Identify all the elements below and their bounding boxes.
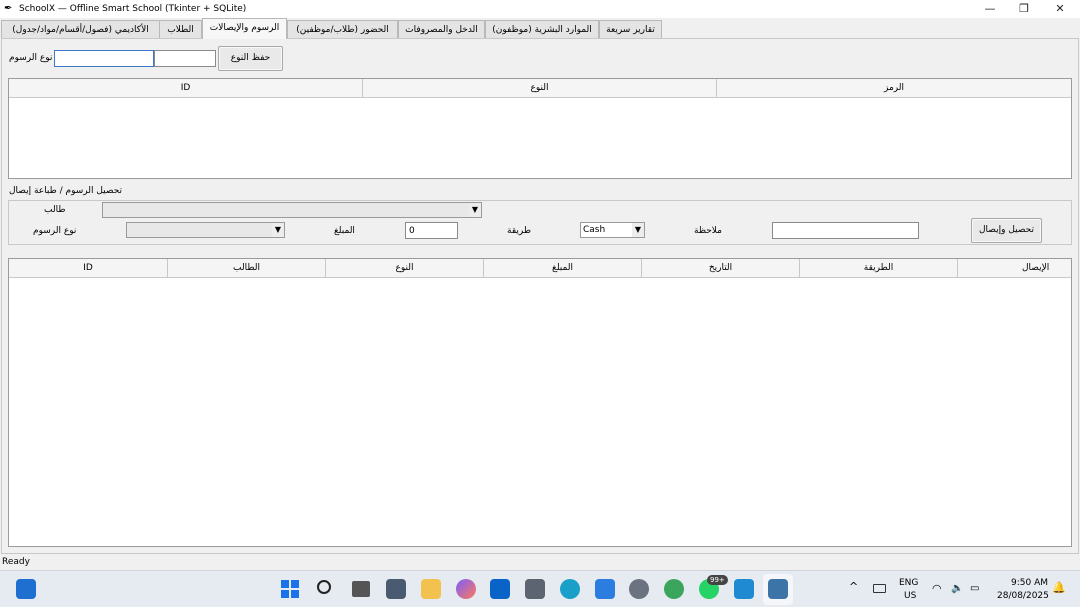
receipts-table[interactable]: ID الطالب النوع المبلغ التاريخ الطريقة ا…: [8, 258, 1072, 547]
method-value: Cash: [583, 225, 606, 235]
keyboard-icon[interactable]: [873, 584, 886, 593]
tab-strip: الأكاديمي (فصول/أقسام/مواد/جدول) الطلاب …: [0, 18, 1080, 39]
tab-income-expenses[interactable]: الدخل والمصروفات: [398, 20, 485, 39]
file-explorer-icon[interactable]: [421, 579, 441, 599]
fee-type-code-input[interactable]: [154, 50, 216, 67]
column-header-student[interactable]: الطالب: [168, 259, 326, 278]
minimize-button[interactable]: —: [973, 0, 1007, 18]
store-icon[interactable]: [595, 579, 615, 599]
vscode-icon[interactable]: [734, 579, 754, 599]
feather-app-icon: ✒: [4, 3, 13, 14]
column-header-amount[interactable]: المبلغ: [484, 259, 642, 278]
column-header-id[interactable]: ID: [9, 79, 363, 98]
student-label: طالب: [44, 205, 66, 215]
column-header-id[interactable]: ID: [9, 259, 168, 278]
taskbar: 99+ ^ ENG US ◠ 🔈 ▭ 9:50 AM 28/08/2025 🔔: [0, 570, 1080, 607]
column-header-date[interactable]: التاريخ: [642, 259, 800, 278]
method-combobox[interactable]: Cash ▼: [580, 222, 645, 238]
column-header-code[interactable]: الرمز: [717, 79, 1071, 98]
copilot-icon[interactable]: [456, 579, 476, 599]
widgets-icon[interactable]: [16, 579, 36, 599]
tab-fees-receipts[interactable]: الرسوم والإيصالات: [202, 18, 287, 39]
maximize-button[interactable]: ❐: [1007, 0, 1041, 18]
search-icon[interactable]: [317, 580, 331, 594]
method-label: طريقة: [507, 226, 532, 236]
calculator-icon[interactable]: [525, 579, 545, 599]
volume-icon[interactable]: 🔈: [951, 583, 963, 595]
column-header-type[interactable]: النوع: [326, 259, 484, 278]
fee-type-name-input[interactable]: [54, 50, 154, 67]
amount-input[interactable]: [405, 222, 458, 239]
outlook-icon[interactable]: [490, 579, 510, 599]
chevron-down-icon[interactable]: ▼: [272, 223, 284, 237]
close-button[interactable]: ✕: [1043, 0, 1077, 18]
chevron-down-icon[interactable]: ▼: [632, 223, 644, 237]
column-header-method[interactable]: الطريقة: [800, 259, 958, 278]
clock-time[interactable]: 9:50 AM: [1011, 577, 1048, 589]
collect-fee-type-label: نوع الرسوم: [33, 226, 77, 236]
column-header-receipt[interactable]: الإيصال: [958, 259, 1071, 278]
window-title: SchoolX — Offline Smart School (Tkinter …: [19, 4, 247, 14]
column-header-type[interactable]: النوع: [363, 79, 717, 98]
status-text: Ready: [2, 557, 30, 567]
notification-bell-icon[interactable]: 🔔: [1052, 582, 1066, 594]
wifi-icon[interactable]: ◠: [932, 583, 942, 595]
fee-type-label: نوع الرسوم: [9, 53, 53, 63]
python-icon[interactable]: [768, 579, 788, 599]
student-combobox[interactable]: ▼: [102, 202, 482, 218]
chevron-up-icon[interactable]: ^: [849, 581, 858, 593]
tab-students[interactable]: الطلاب: [159, 20, 202, 39]
camera-icon[interactable]: [386, 579, 406, 599]
clock-date[interactable]: 28/08/2025: [997, 590, 1049, 602]
title-bar: ✒ SchoolX — Offline Smart School (Tkinte…: [0, 0, 1080, 18]
tab-academic[interactable]: الأكاديمي (فصول/أقسام/مواد/جدول): [1, 20, 160, 39]
note-label: ملاحظة: [694, 226, 722, 236]
amount-label: المبلغ: [334, 226, 355, 236]
region-code[interactable]: US: [904, 590, 916, 602]
note-input[interactable]: [772, 222, 919, 239]
tab-hr[interactable]: الموارد البشرية (موظفون): [485, 20, 599, 39]
language-code[interactable]: ENG: [899, 577, 918, 589]
save-type-button[interactable]: حفظ النوع: [218, 46, 283, 71]
status-bar: Ready: [0, 554, 1080, 570]
fee-types-table[interactable]: ID النوع الرمز: [8, 78, 1072, 179]
chrome-icon[interactable]: [664, 579, 684, 599]
task-view-icon[interactable]: [352, 581, 370, 597]
notification-badge: 99+: [707, 575, 728, 585]
battery-icon[interactable]: ▭: [970, 583, 979, 595]
tab-attendance[interactable]: الحضور (طلاب/موظفين): [287, 20, 398, 39]
collect-receipt-button[interactable]: تحصيل وإيصال: [971, 218, 1042, 243]
fee-type-combobox[interactable]: ▼: [126, 222, 285, 238]
settings-icon[interactable]: [629, 579, 649, 599]
chevron-down-icon[interactable]: ▼: [469, 203, 481, 217]
start-icon[interactable]: [281, 580, 299, 598]
tab-quick-reports[interactable]: تقارير سريعة: [599, 20, 662, 39]
edge-icon[interactable]: [560, 579, 580, 599]
collect-section-title: تحصيل الرسوم / طباعة إيصال: [9, 186, 123, 196]
